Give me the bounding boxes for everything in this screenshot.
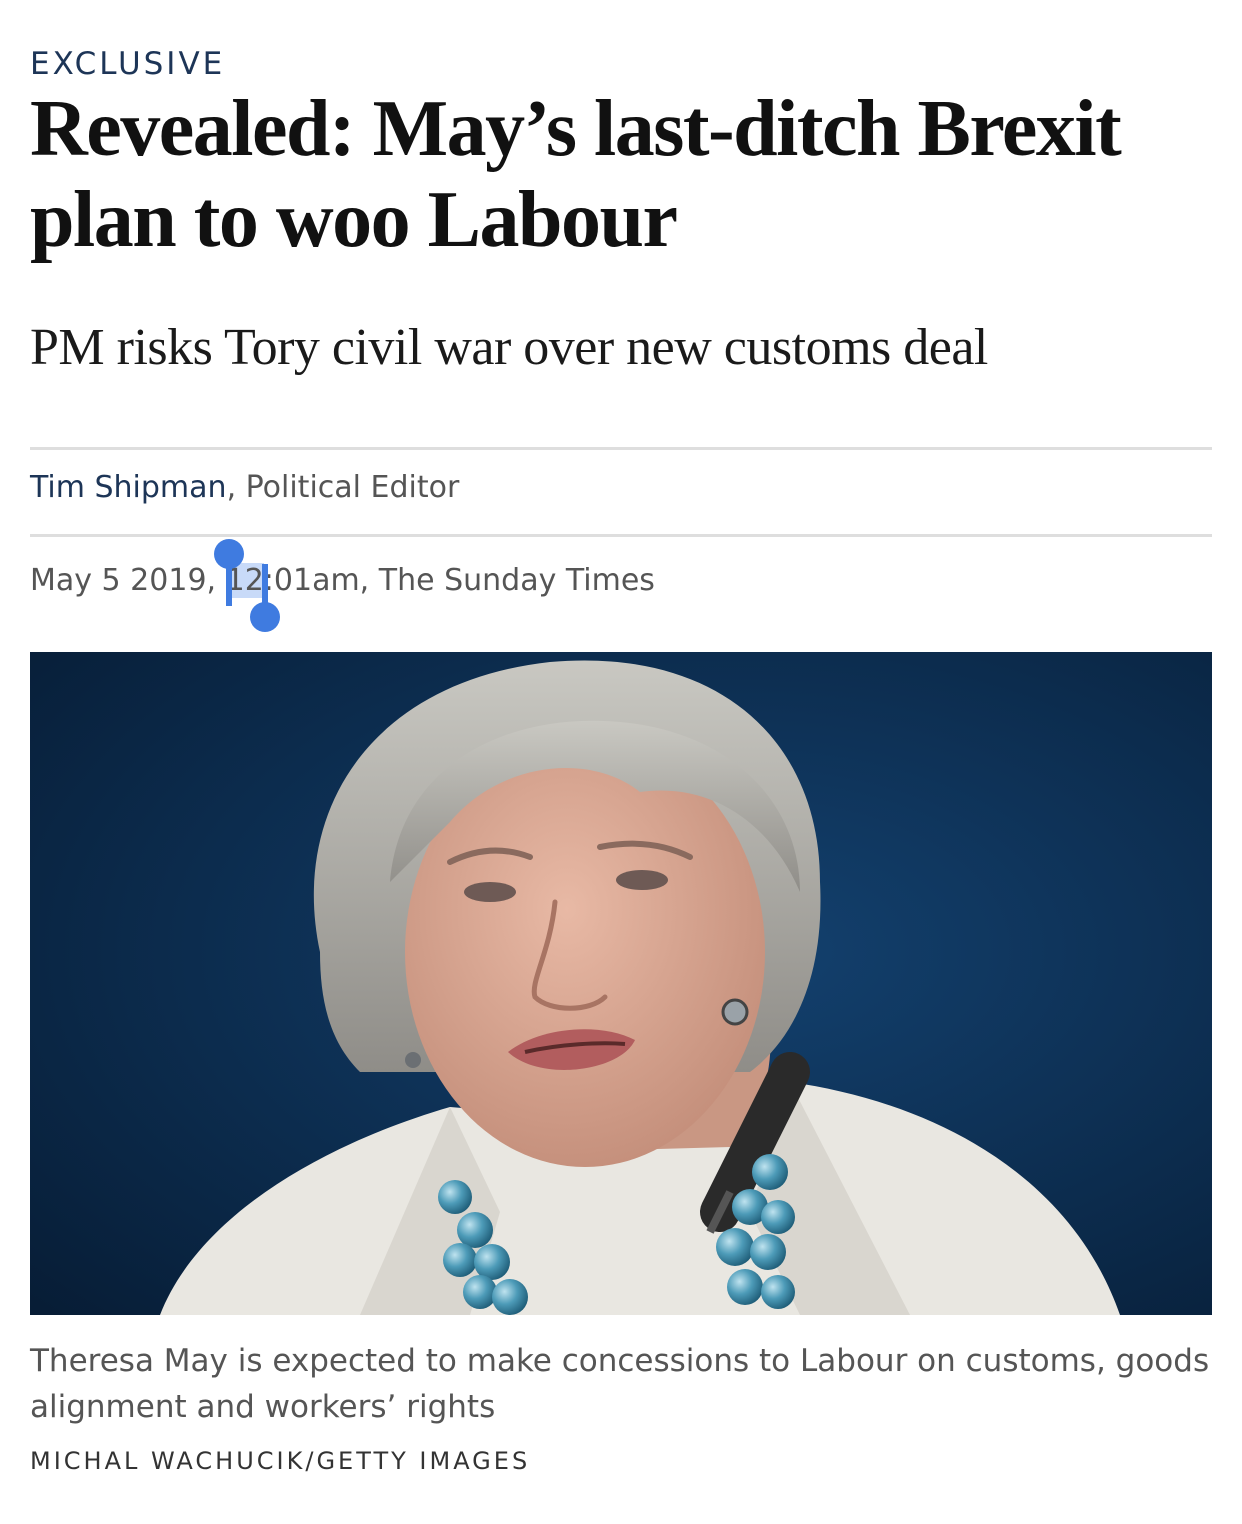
standfirst: PM risks Tory civil war over new customs… xyxy=(30,319,988,376)
headline-line-1: Revealed: May’s last-ditch Brexit xyxy=(30,85,1122,173)
selection-end-handle[interactable] xyxy=(249,562,281,634)
divider-middle xyxy=(30,534,1212,537)
author-link[interactable]: Tim Shipman xyxy=(30,470,227,505)
dateline-date: May 5 2019, xyxy=(30,563,226,598)
eye-right xyxy=(616,870,668,890)
byline: Tim Shipman, Political Editor xyxy=(30,466,459,510)
selection-caret xyxy=(226,554,232,606)
headline-line-2: plan to woo Labour xyxy=(30,176,678,264)
selection-start-handle[interactable] xyxy=(213,538,245,608)
author-role: , Political Editor xyxy=(226,470,460,505)
headline: Revealed: May’s last-ditch Brexit plan t… xyxy=(30,84,1212,266)
photo-caption: Theresa May is expected to make concessi… xyxy=(30,1343,1210,1425)
portrait-photo-icon xyxy=(30,652,1212,1315)
selection-handle-knob xyxy=(250,602,280,632)
earring-right xyxy=(721,998,749,1026)
photo-credit: MICHAL WACHUCIK/GETTY IMAGES xyxy=(30,1447,531,1475)
earring-left xyxy=(405,1052,421,1068)
dateline-time-source: :01am, The Sunday Times xyxy=(263,563,655,598)
eye-left xyxy=(464,882,516,902)
dateline: May 5 2019, 12:01am, The Sunday Times xyxy=(30,559,655,603)
kicker-label: EXCLUSIVE xyxy=(30,46,226,82)
article-photo[interactable] xyxy=(30,652,1212,1315)
divider-top xyxy=(30,447,1212,450)
